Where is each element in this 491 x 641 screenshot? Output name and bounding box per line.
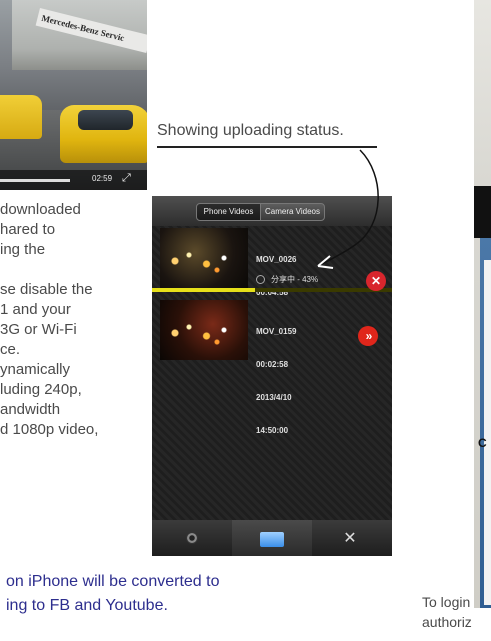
tab-phone-videos[interactable]: Phone Videos bbox=[196, 203, 261, 221]
body-line: luding 240p, bbox=[0, 381, 82, 398]
body-line: d 1080p video, bbox=[0, 421, 99, 438]
loading-spinner-icon bbox=[256, 275, 265, 285]
settings-icon[interactable]: ✕ bbox=[338, 528, 362, 550]
bottom-tab-bar: ✕ bbox=[152, 520, 392, 556]
body-line: 3G or Wi-Fi bbox=[0, 321, 77, 338]
folder-tab[interactable] bbox=[232, 520, 312, 556]
camera-lens bbox=[186, 532, 198, 544]
caption-line: authoriz bbox=[422, 614, 472, 630]
phone-top-bar: Phone Videos Camera Videos bbox=[152, 196, 392, 226]
video-date: 2013/4/10 bbox=[256, 393, 292, 402]
upload-status: 分享中 - 43% bbox=[256, 274, 318, 285]
right-dark-bar bbox=[474, 186, 491, 238]
video-thumbnail bbox=[160, 300, 248, 360]
video-duration: 00:02:58 bbox=[256, 360, 289, 369]
body-line: se disable the bbox=[0, 281, 93, 298]
upload-status-text: 分享中 - 43% bbox=[271, 275, 319, 284]
expand-icon[interactable]: ⤢ bbox=[122, 172, 131, 185]
caption-line: To login bbox=[422, 594, 471, 610]
tab-camera-videos[interactable]: Camera Videos bbox=[260, 203, 325, 221]
video-time: 14:50:00 bbox=[256, 426, 289, 435]
video-name: MOV_0159 bbox=[256, 327, 297, 336]
phone-screenshot: Phone Videos Camera Videos MOV_0026 00:0… bbox=[152, 196, 392, 556]
body-line: downloaded bbox=[0, 201, 81, 218]
folder-icon bbox=[260, 532, 284, 547]
upload-icon[interactable]: » bbox=[358, 326, 378, 346]
annotation-label: Showing uploading status. bbox=[157, 122, 344, 139]
taxi-left bbox=[0, 95, 42, 139]
body-text: downloaded hared to ing the se disable t… bbox=[0, 200, 98, 440]
video-seekbar[interactable] bbox=[0, 179, 70, 182]
right-letter: C bbox=[478, 436, 487, 450]
list-item[interactable]: MOV_0159 00:02:58 2013/4/10 14:50:00 bbox=[152, 300, 392, 435]
body-line: hared to bbox=[0, 221, 56, 238]
body-line: 1 and your bbox=[0, 301, 71, 318]
cancel-icon[interactable]: ✕ bbox=[366, 271, 386, 291]
upload-progress-fill bbox=[152, 288, 255, 292]
taxi-window bbox=[78, 110, 133, 130]
list-item[interactable]: MOV_0026 00:04:58 分享中 - 43% bbox=[152, 228, 392, 297]
video-preview[interactable]: Mercedes-Benz Servic 02:59 ⤢ bbox=[0, 0, 147, 190]
annotation-underline bbox=[157, 146, 377, 148]
video-meta: MOV_0159 00:02:58 2013/4/10 14:50:00 bbox=[256, 304, 296, 458]
body-line: ynamically bbox=[0, 361, 71, 378]
footer-line: on iPhone will be converted to bbox=[6, 573, 220, 590]
thumbnail-lights bbox=[168, 246, 238, 276]
camera-icon[interactable] bbox=[172, 528, 212, 550]
right-white-panel bbox=[484, 260, 491, 605]
video-name: MOV_0026 bbox=[256, 255, 297, 264]
body-line: andwidth bbox=[0, 401, 61, 418]
thumbnail-lights bbox=[168, 318, 238, 348]
video-time: 02:59 bbox=[92, 174, 113, 183]
footer-line: ing to FB and Youtube. bbox=[6, 597, 168, 614]
video-thumbnail bbox=[160, 228, 248, 288]
footer-note: on iPhone will be converted to ing to FB… bbox=[6, 570, 219, 618]
body-line: ing the bbox=[0, 241, 46, 258]
right-caption: To login authoriz bbox=[422, 592, 472, 632]
body-line: ce. bbox=[0, 341, 21, 358]
